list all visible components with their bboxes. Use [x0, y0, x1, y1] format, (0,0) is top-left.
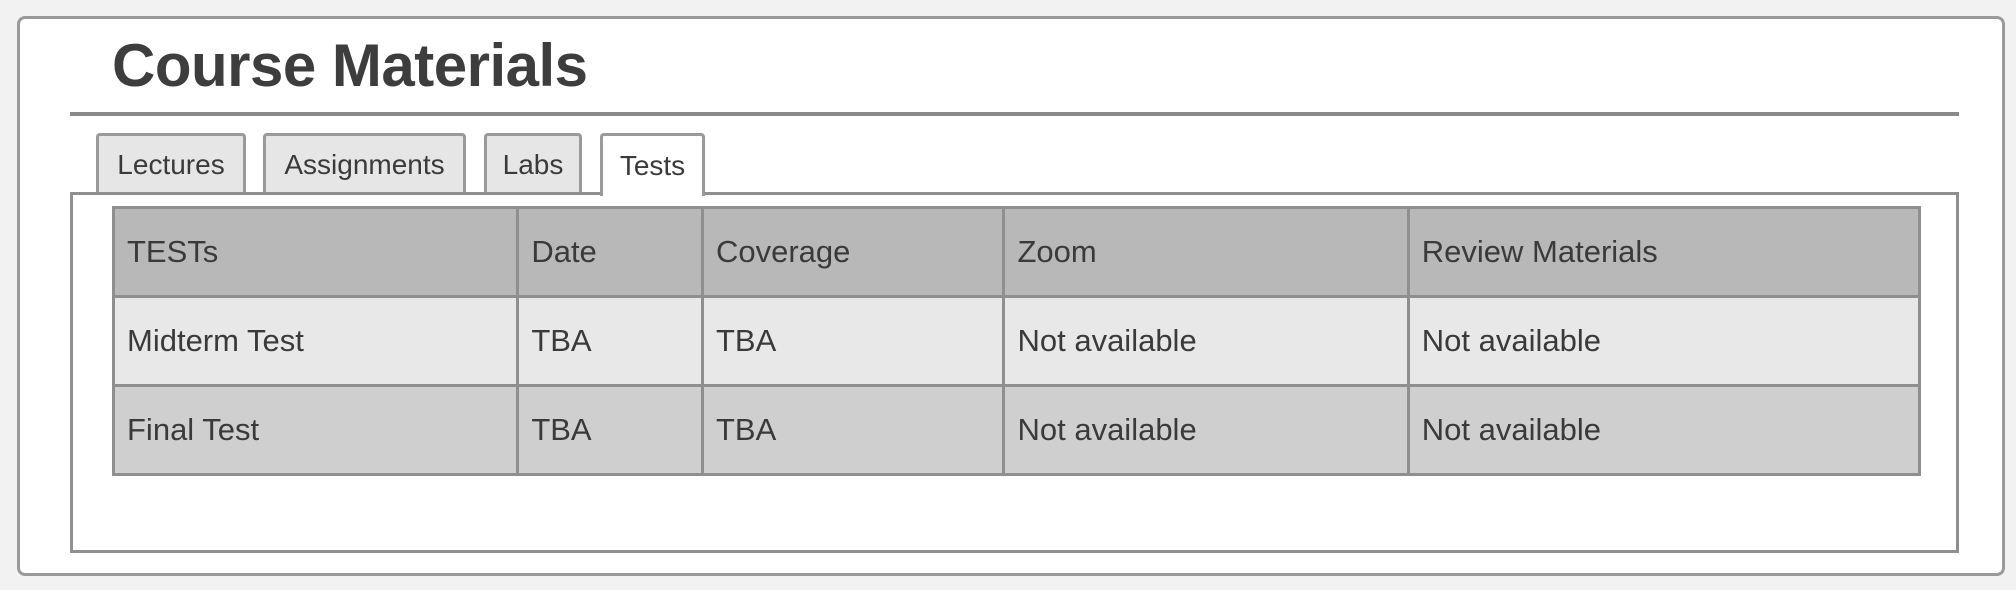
- title-divider: [70, 112, 1959, 116]
- page-frame: Course Materials Lectures Assignments La…: [17, 16, 2005, 576]
- table-cell-review-materials: Not available: [1406, 384, 1922, 476]
- column-header-date: Date: [516, 206, 704, 298]
- table-row: Final Test TBA TBA Not available Not ava…: [111, 384, 1922, 476]
- table-cell-date: TBA: [516, 384, 704, 476]
- table-cell-test-name: Midterm Test: [111, 295, 520, 387]
- table-cell-review-materials: Not available: [1406, 295, 1922, 387]
- table-row: Midterm Test TBA TBA Not available Not a…: [111, 295, 1922, 387]
- table-cell-coverage: TBA: [700, 384, 1006, 476]
- table-cell-zoom: Not available: [1002, 384, 1410, 476]
- tab-tests[interactable]: Tests: [600, 133, 705, 196]
- tab-labs[interactable]: Labs: [484, 133, 582, 193]
- tab-lectures[interactable]: Lectures: [96, 133, 246, 193]
- tab-assignments[interactable]: Assignments: [263, 133, 466, 193]
- column-header-zoom: Zoom: [1002, 206, 1410, 298]
- table-cell-coverage: TBA: [700, 295, 1006, 387]
- column-header-tests: TESTs: [111, 206, 520, 298]
- table-header-row: TESTs Date Coverage Zoom Review Material…: [111, 206, 1922, 298]
- table-cell-test-name: Final Test: [111, 384, 520, 476]
- tests-table: TESTs Date Coverage Zoom Review Material…: [111, 206, 1922, 476]
- column-header-review-materials: Review Materials: [1406, 206, 1922, 298]
- table-cell-date: TBA: [516, 295, 704, 387]
- tests-panel: TESTs Date Coverage Zoom Review Material…: [70, 192, 1959, 553]
- column-header-coverage: Coverage: [700, 206, 1006, 298]
- table-cell-zoom: Not available: [1002, 295, 1410, 387]
- page-title: Course Materials: [112, 32, 588, 99]
